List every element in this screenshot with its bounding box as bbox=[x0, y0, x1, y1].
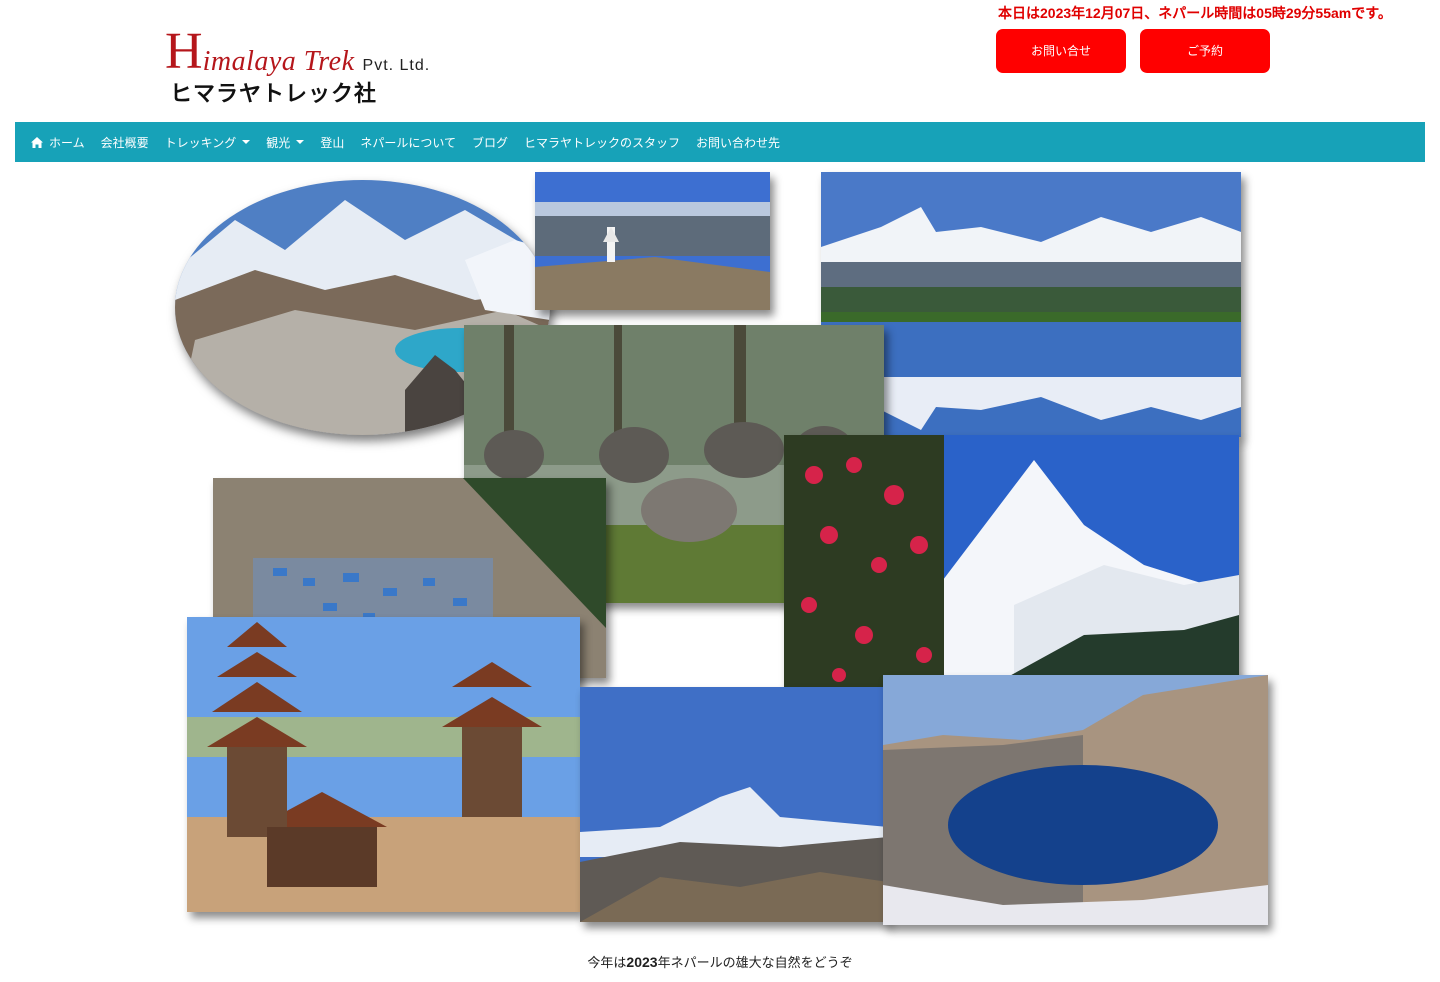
logo-name: imalaya Trek bbox=[202, 46, 355, 77]
nav-label: ヒマラヤトレックのスタッフ bbox=[524, 135, 681, 150]
nav-label: 観光 bbox=[266, 135, 291, 150]
nav-label: トレッキング bbox=[164, 135, 237, 150]
nav-item-sightseeing[interactable]: 観光 bbox=[258, 122, 312, 162]
nav-label: ブログ bbox=[471, 135, 508, 150]
nav-item-contact[interactable]: お問い合わせ先 bbox=[688, 122, 788, 162]
rhododendron-mountain-photo bbox=[784, 435, 1239, 690]
nav-item-staff[interactable]: ヒマラヤトレックのスタッフ bbox=[516, 122, 688, 162]
bhaktapur-pagoda-photo bbox=[187, 617, 580, 912]
hero-photo-collage bbox=[170, 170, 1275, 930]
nav-label: 登山 bbox=[320, 135, 345, 150]
nav-label: お問い合わせ先 bbox=[696, 135, 781, 150]
caption-suffix: 年ネパールの雄大な自然をどうぞ bbox=[657, 955, 853, 970]
logo-suffix: Pvt. Ltd. bbox=[362, 57, 431, 74]
nav-item-blog[interactable]: ブログ bbox=[464, 122, 516, 162]
nepal-date-time: 本日は2023年12月07日、ネパール時間は05時29分55amです。 bbox=[998, 5, 1392, 21]
nav-item-about-nepal[interactable]: ネパールについて bbox=[352, 122, 464, 162]
nav-item-trekking[interactable]: トレッキング bbox=[157, 122, 259, 162]
nav-item-climbing[interactable]: 登山 bbox=[312, 122, 352, 162]
caption-year: 2023 bbox=[626, 954, 658, 970]
footer-caption: 今年は2023年ネパールの雄大な自然をどうぞ bbox=[0, 952, 1440, 971]
logo-english: Himalaya Trek Pvt. Ltd. bbox=[165, 26, 430, 78]
chevron-down-icon bbox=[296, 140, 305, 144]
logo-japanese: ヒマラヤトレック社 bbox=[170, 82, 378, 107]
nav-item-company[interactable]: 会社概要 bbox=[93, 122, 157, 162]
home-icon bbox=[31, 136, 43, 148]
mountain-lake-photo bbox=[883, 675, 1268, 925]
logo-initial: H bbox=[165, 23, 203, 80]
nav-label: ネパールについて bbox=[360, 135, 456, 150]
machapuchare-lake-reflection-photo bbox=[821, 172, 1241, 437]
company-logo[interactable]: Himalaya Trek Pvt. Ltd. ヒマラヤトレック社 bbox=[165, 26, 495, 108]
chevron-down-icon bbox=[242, 140, 251, 144]
inquiry-button[interactable]: お問い合せ bbox=[996, 29, 1126, 73]
nav-label: ホーム bbox=[49, 135, 85, 150]
stupa-mountain-view-photo bbox=[535, 172, 770, 310]
booking-button[interactable]: ご予約 bbox=[1140, 29, 1270, 73]
nav-label: 会社概要 bbox=[100, 135, 149, 150]
caption-prefix: 今年は bbox=[587, 955, 627, 970]
main-navbar: ホーム 会社概要 トレッキング 観光 登山 ネパールについて ブログ ヒマラヤト… bbox=[15, 122, 1425, 162]
langtang-valley-photo bbox=[580, 687, 888, 922]
nav-item-home[interactable]: ホーム bbox=[23, 122, 93, 162]
